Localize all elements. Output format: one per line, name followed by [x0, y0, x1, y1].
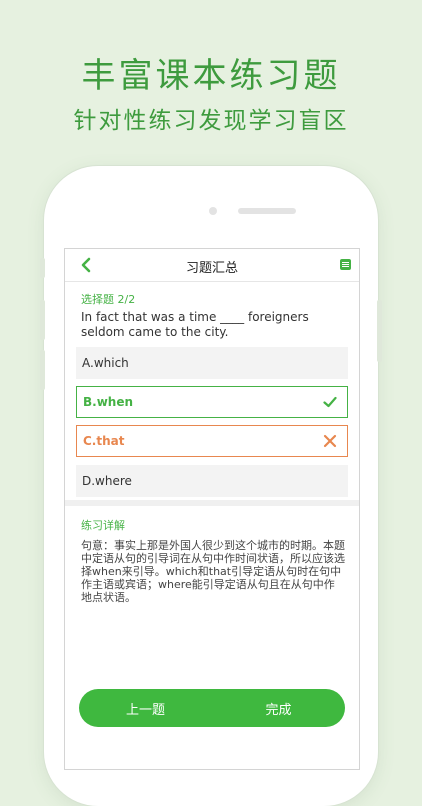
section-divider [65, 500, 359, 506]
option-label: C.that [83, 434, 125, 448]
question-label: 选择题 2/2 [81, 293, 136, 306]
option-label: B.when [83, 395, 134, 409]
nav-title: 习题汇总 [185, 261, 238, 276]
list-icon[interactable] [340, 259, 351, 270]
phone-side-button [40, 300, 45, 340]
option-a[interactable]: A.which [76, 347, 348, 379]
phone-speaker [238, 208, 296, 214]
phone-side-button [40, 258, 45, 278]
option-b[interactable]: B.when [76, 386, 348, 418]
nav-bar: 习题汇总 [65, 249, 359, 282]
option-d[interactable]: D.where [76, 465, 348, 497]
prev-question-button[interactable]: 上一题 [79, 689, 212, 727]
explanation-label: 练习详解 [81, 519, 125, 532]
phone-side-button [377, 300, 382, 362]
promo-subtitle: 针对性练习发现学习盲区 [73, 108, 349, 134]
phone-camera [209, 207, 217, 215]
option-label: A.which [82, 356, 129, 370]
finish-button[interactable]: 完成 [212, 689, 345, 727]
promo-title: 丰富课本练习题 [81, 56, 341, 96]
option-c[interactable]: C.that [76, 425, 348, 457]
question-text: In fact that was a time ____ foreigners … [81, 310, 309, 339]
check-icon [323, 396, 337, 408]
explanation-text: 句意：事实上那是外国人很少到这个城市的时期。本题中定语从句的引导词在从句中作时间… [81, 539, 345, 604]
bottom-action-bar: 上一题 完成 [79, 689, 345, 727]
option-label: D.where [82, 474, 132, 488]
phone-side-button [40, 350, 45, 390]
app-screen: 习题汇总 选择题 2/2 In fact that was a time ___… [64, 248, 360, 770]
cross-icon [323, 434, 337, 448]
